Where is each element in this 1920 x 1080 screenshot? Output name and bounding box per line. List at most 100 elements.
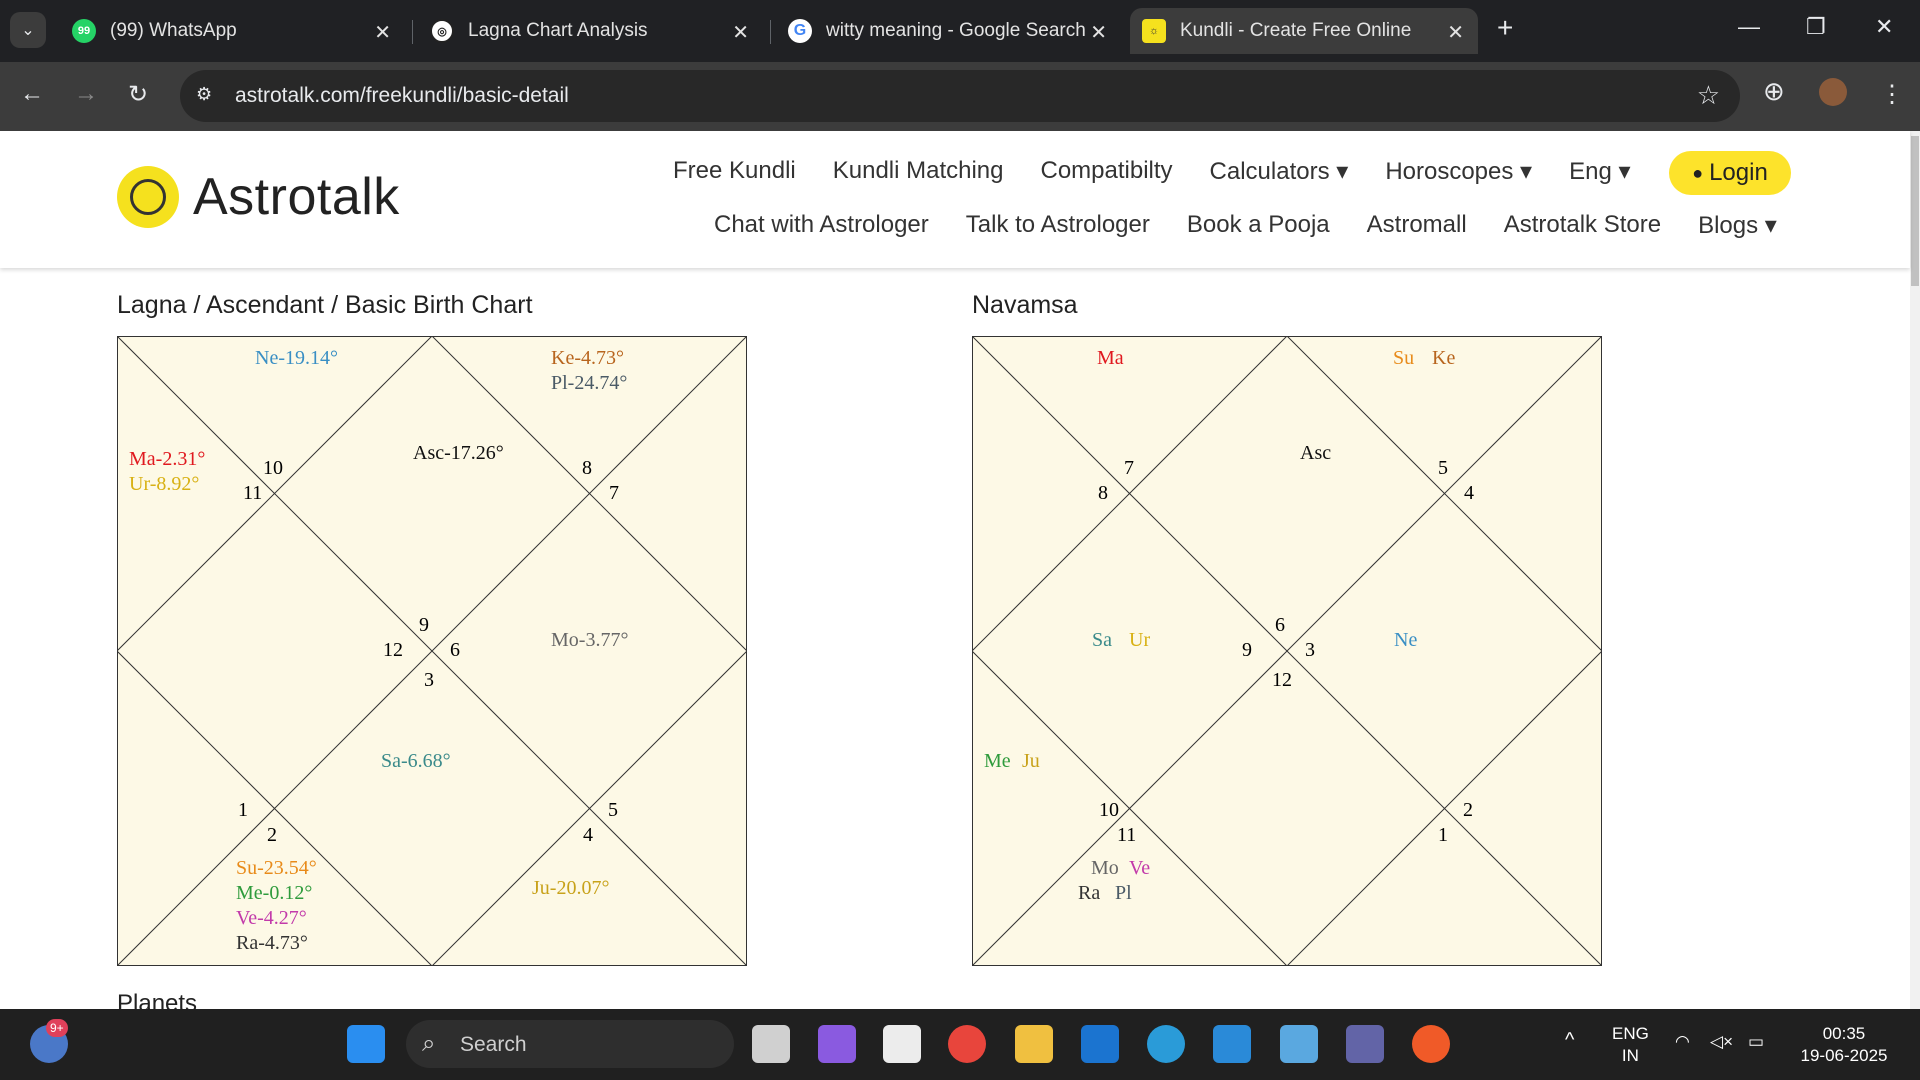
house-number: 7 — [1124, 457, 1134, 479]
house-number: 10 — [263, 457, 283, 479]
nav-compatibility[interactable]: Compatibilty — [1041, 157, 1173, 186]
tab-kundli[interactable]: ☼ Kundli - Create Free Online ✕ — [1130, 8, 1478, 54]
house-number: 3 — [424, 669, 434, 691]
nav-horoscopes-dropdown[interactable]: Horoscopes ▾ — [1385, 157, 1532, 186]
main-nav-row-1: Free Kundli Kundli Matching Compatibilty… — [673, 157, 1668, 186]
house-number: 1 — [238, 799, 248, 821]
site-info-icon[interactable]: ⚙ — [196, 84, 212, 105]
nav-book-a-pooja[interactable]: Book a Pooja — [1187, 211, 1330, 240]
tab-google-search[interactable]: G witty meaning - Google Search ✕ — [776, 8, 1121, 54]
tab-lagna-chart-analysis[interactable]: ◎ Lagna Chart Analysis ✕ — [418, 8, 763, 54]
nav-talk-to-astrologer[interactable]: Talk to Astrologer — [966, 211, 1150, 240]
planet-ra: Ra-4.73° — [236, 932, 308, 954]
forward-icon[interactable]: → — [74, 80, 98, 108]
language-dropdown[interactable]: Eng ▾ — [1569, 157, 1630, 186]
close-icon[interactable]: ✕ — [732, 20, 749, 45]
lang-code: ENG — [1612, 1024, 1649, 1043]
close-icon[interactable]: ✕ — [1447, 20, 1464, 45]
address-bar[interactable]: ⚙ astrotalk.com/freekundli/basic-detail … — [180, 70, 1740, 122]
file-explorer-icon[interactable] — [1015, 1025, 1053, 1063]
close-window-icon[interactable]: ✕ — [1875, 14, 1893, 40]
nav-astrotalk-store[interactable]: Astrotalk Store — [1504, 211, 1661, 240]
wifi-icon[interactable]: ◠ — [1675, 1031, 1690, 1053]
time-text: 00:35 — [1822, 1024, 1866, 1043]
search-icon: ⌕ — [422, 1030, 436, 1057]
tab-title: (99) WhatsApp — [110, 20, 237, 41]
planet-ra: Ra — [1078, 882, 1101, 904]
planet-sa: Sa-6.68° — [381, 750, 451, 772]
logo-sun-icon — [117, 166, 179, 228]
nav-free-kundli[interactable]: Free Kundli — [673, 157, 796, 186]
nav-astromall[interactable]: Astromall — [1367, 211, 1467, 240]
bookmark-star-icon[interactable]: ☆ — [1697, 80, 1720, 111]
house-number: 12 — [383, 639, 403, 661]
browser-toolbar: ← → ↻ ⚙ astrotalk.com/freekundli/basic-d… — [0, 62, 1920, 131]
site-header: Astrotalk Free Kundli Kundli Matching Co… — [0, 131, 1910, 268]
house-number: 6 — [1275, 614, 1285, 636]
profile-avatar[interactable] — [1819, 78, 1847, 106]
google-icon: G — [788, 19, 812, 43]
show-hidden-icons-icon[interactable]: ^ — [1565, 1029, 1574, 1051]
close-icon[interactable]: ✕ — [1090, 20, 1107, 45]
chart-grid — [117, 336, 747, 966]
taskbar-search[interactable]: ⌕ Search — [406, 1020, 734, 1068]
language-indicator[interactable]: ENG IN — [1612, 1023, 1649, 1067]
minimize-icon[interactable]: — — [1738, 14, 1760, 40]
house-number: 2 — [1463, 799, 1473, 821]
notepad-icon[interactable] — [1280, 1025, 1318, 1063]
planet-ju: Ju-20.07° — [532, 877, 610, 899]
nav-chat-with-astrologer[interactable]: Chat with Astrologer — [714, 211, 929, 240]
tab-separator — [770, 20, 771, 44]
outlook-icon[interactable] — [1081, 1025, 1119, 1063]
house-number: 5 — [1438, 457, 1448, 479]
close-icon[interactable]: ✕ — [374, 20, 391, 45]
date-text: 19-06-2025 — [1800, 1046, 1888, 1065]
login-label: Login — [1709, 159, 1768, 186]
start-windows-icon[interactable] — [347, 1025, 385, 1063]
scrollbar-thumb[interactable] — [1911, 136, 1919, 286]
microsoft-store-icon[interactable] — [883, 1025, 921, 1063]
tab-title: Kundli - Create Free Online — [1180, 20, 1412, 41]
back-icon[interactable]: ← — [20, 80, 44, 108]
brand-name: Astrotalk — [193, 168, 400, 226]
tab-search-button[interactable]: ⌄ — [10, 12, 46, 48]
astrotalk-logo[interactable]: Astrotalk — [117, 166, 400, 228]
house-number: 3 — [1305, 639, 1315, 661]
reload-icon[interactable]: ↻ — [128, 80, 148, 109]
tab-whatsapp[interactable]: 99 (99) WhatsApp ✕ — [60, 8, 405, 54]
house-number: 8 — [582, 457, 592, 479]
nav-kundli-matching[interactable]: Kundli Matching — [833, 157, 1004, 186]
download-icon[interactable]: ⊕ — [1763, 76, 1785, 107]
clock[interactable]: 00:35 19-06-2025 — [1792, 1023, 1896, 1067]
task-view-icon[interactable] — [752, 1025, 790, 1063]
pen-app-icon[interactable] — [1412, 1025, 1450, 1063]
browser-tab-strip: ⌄ 99 (99) WhatsApp ✕ ◎ Lagna Chart Analy… — [0, 0, 1920, 62]
planets-section-heading: Planets — [117, 990, 198, 1009]
nav-blogs-dropdown[interactable]: Blogs ▾ — [1698, 211, 1777, 240]
new-tab-button[interactable]: + — [1497, 12, 1513, 44]
planet-sa: Sa — [1092, 629, 1112, 651]
house-number: 12 — [1272, 669, 1292, 691]
house-number: 4 — [583, 824, 593, 846]
planet-pl: Pl-24.74° — [551, 372, 628, 394]
volume-muted-icon[interactable]: ◁× — [1710, 1031, 1733, 1053]
url-text: astrotalk.com/freekundli/basic-detail — [235, 84, 569, 107]
copilot-icon[interactable] — [818, 1025, 856, 1063]
vscode-icon[interactable] — [1213, 1025, 1251, 1063]
windows-taskbar: 9+ ⌕ Search ^ ENG IN ◠ ◁× ▭ 00:35 19-06-… — [0, 1009, 1920, 1080]
nav-calculators-dropdown[interactable]: Calculators ▾ — [1210, 157, 1349, 186]
battery-icon[interactable]: ▭ — [1748, 1031, 1764, 1053]
login-button[interactable]: ● Login — [1669, 151, 1791, 195]
planet-me: Me — [984, 750, 1011, 772]
teams-icon[interactable] — [1346, 1025, 1384, 1063]
tab-title: witty meaning - Google Search — [826, 20, 1086, 41]
chrome-icon[interactable] — [948, 1025, 986, 1063]
page-scrollbar[interactable] — [1910, 131, 1920, 1009]
browser-menu-icon[interactable]: ⋮ — [1880, 80, 1904, 109]
planet-ve: Ve-4.27° — [236, 907, 307, 929]
planet-pl: Pl — [1115, 882, 1132, 904]
edge-icon[interactable] — [1147, 1025, 1185, 1063]
astrotalk-favicon: ☼ — [1142, 19, 1166, 43]
planet-ne: Ne-19.14° — [255, 347, 338, 369]
restore-icon[interactable]: ❐ — [1806, 14, 1826, 40]
